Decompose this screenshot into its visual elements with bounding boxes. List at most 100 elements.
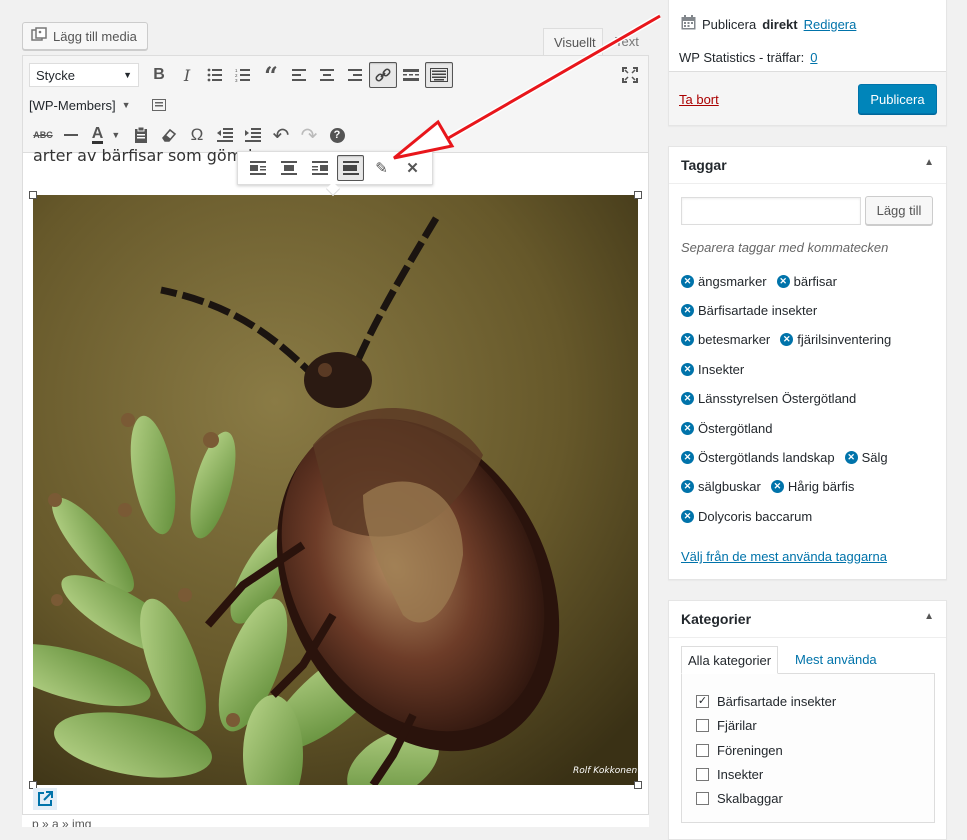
category-label: Skalbaggar xyxy=(717,791,783,806)
category-item[interactable]: ✓ Bärfisartade insekter xyxy=(696,694,836,709)
tab-most-used[interactable]: Mest använda xyxy=(789,646,883,674)
categories-box: Kategorier ▲ Alla kategorier Mest använd… xyxy=(668,600,947,840)
align-left-button[interactable] xyxy=(285,62,313,88)
resize-handle-top-right[interactable] xyxy=(634,191,642,199)
align-right-icon xyxy=(348,69,362,81)
annotation-arrow xyxy=(393,13,662,160)
tag-label: bärfisar xyxy=(793,274,837,289)
remove-tag-icon[interactable]: ✕ xyxy=(681,275,694,288)
category-checkbox[interactable] xyxy=(696,744,709,757)
remove-tag-icon[interactable]: ✕ xyxy=(770,480,784,493)
category-checkbox[interactable] xyxy=(696,792,709,805)
category-item[interactable]: Insekter xyxy=(696,767,763,782)
outdent-button[interactable] xyxy=(211,122,239,148)
remove-tag-icon[interactable]: ✕ xyxy=(681,422,694,435)
italic-button[interactable]: I xyxy=(173,62,201,88)
remove-tag-icon[interactable]: ✕ xyxy=(681,480,694,493)
shortcode-select[interactable]: [WP-Members] ▼ xyxy=(29,98,131,113)
category-tabs: Alla kategorier Mest använda xyxy=(681,646,935,674)
most-used-tags-link[interactable]: Välj från de mest använda taggarna xyxy=(681,549,887,564)
remove-tag-icon[interactable]: ✕ xyxy=(681,363,694,376)
redo-button[interactable]: ↷ xyxy=(295,122,323,148)
category-item[interactable]: Föreningen xyxy=(696,743,783,758)
clear-formatting-button[interactable] xyxy=(155,122,183,148)
tag-item: ✕ sälgbuskar xyxy=(681,479,761,494)
tag-input[interactable] xyxy=(681,197,861,225)
bullet-list-button[interactable] xyxy=(201,62,229,88)
tags-box-header[interactable]: Taggar ▲ xyxy=(669,147,946,184)
body-text: arter av bärfisar som gömd xyxy=(33,146,253,165)
remove-tag-icon[interactable]: ✕ xyxy=(844,451,858,464)
tag-label: Östergötlands landskap xyxy=(698,450,835,465)
remove-tag-icon[interactable]: ✕ xyxy=(776,275,790,288)
insect-image[interactable]: Rolf Kokkonen bakgrunder.com xyxy=(33,195,638,785)
category-label: Insekter xyxy=(717,767,764,782)
align-center-icon xyxy=(320,69,334,81)
remove-tag-icon[interactable]: ✕ xyxy=(780,333,794,346)
special-character-button[interactable]: Ω xyxy=(183,122,211,148)
remove-tag-icon[interactable]: ✕ xyxy=(681,333,694,346)
align-right-icon xyxy=(311,161,328,175)
remove-tag-icon[interactable]: ✕ xyxy=(681,304,694,317)
tag-label: Insekter xyxy=(698,362,745,377)
image-align-none-button[interactable] xyxy=(337,155,364,181)
trash-link[interactable]: Ta bort xyxy=(679,92,719,107)
image-link-button[interactable] xyxy=(33,788,57,810)
numbered-list-button[interactable]: 123 xyxy=(229,62,257,88)
categories-box-header[interactable]: Kategorier ▲ xyxy=(669,601,946,638)
tag-item: ✕ Sälg xyxy=(844,450,888,465)
remove-tag-icon[interactable]: ✕ xyxy=(681,510,694,523)
category-label: Bärfisartade insekter xyxy=(717,694,837,709)
tag-label: Sälg xyxy=(861,450,888,465)
align-right-button[interactable] xyxy=(341,62,369,88)
tag-label: Bärfisartade insekter xyxy=(698,303,818,318)
bold-button[interactable]: B xyxy=(145,62,173,88)
category-checkbox[interactable]: ✓ xyxy=(696,695,709,708)
resize-handle-bottom-right[interactable] xyxy=(634,781,642,789)
tab-all-categories[interactable]: Alla kategorier xyxy=(681,646,779,674)
align-left-icon xyxy=(249,161,266,175)
element-path: p » a » img xyxy=(22,814,649,827)
tag-label: Östergötland xyxy=(698,421,773,436)
indent-button[interactable] xyxy=(239,122,267,148)
align-center-button[interactable] xyxy=(313,62,341,88)
resize-handle-top-left[interactable] xyxy=(29,191,37,199)
stats-count-link[interactable]: 0 xyxy=(810,50,817,65)
tag-item: ✕ ängsmarker xyxy=(681,274,767,289)
category-checkbox[interactable] xyxy=(696,719,709,732)
help-button[interactable]: ? xyxy=(323,122,351,148)
tag-item: ✕ fjärilsinventering xyxy=(780,332,891,347)
publish-button[interactable]: Publicera xyxy=(858,84,937,114)
stats-label: WP Statistics - träffar: xyxy=(679,50,805,65)
add-tag-button[interactable]: Lägg till xyxy=(865,196,933,225)
horizontal-line-button[interactable] xyxy=(57,122,85,148)
remove-tag-icon[interactable]: ✕ xyxy=(681,392,694,405)
category-list: ✓ Bärfisartade insekter Fjärilar Förenin… xyxy=(681,673,935,823)
category-checkbox[interactable] xyxy=(696,768,709,781)
add-media-button[interactable]: Lägg till media xyxy=(22,22,148,50)
tag-label: Länsstyrelsen Östergötland xyxy=(698,391,857,406)
paste-text-button[interactable] xyxy=(127,122,155,148)
category-label: Fjärilar xyxy=(717,718,757,733)
align-left-icon xyxy=(292,69,306,81)
strikethrough-button[interactable]: ABC xyxy=(29,122,57,148)
blockquote-button[interactable]: “ xyxy=(257,61,285,90)
category-item[interactable]: Fjärilar xyxy=(696,718,757,733)
image-align-left-button[interactable] xyxy=(244,155,271,181)
undo-button[interactable]: ↶ xyxy=(267,122,295,148)
text-color-button[interactable]: A ▼ xyxy=(85,122,127,148)
shortcode-insert-button[interactable] xyxy=(145,92,173,118)
caret-up-icon[interactable]: ▲ xyxy=(924,157,934,173)
edit-schedule-link[interactable]: Redigera xyxy=(804,17,857,32)
remove-tag-icon[interactable]: ✕ xyxy=(681,451,694,464)
category-item[interactable]: Skalbaggar xyxy=(696,791,783,806)
shortcode-select-value: [WP-Members] xyxy=(29,97,116,113)
tag-label: Hårig bärfis xyxy=(787,479,855,494)
caret-up-icon[interactable]: ▲ xyxy=(924,611,934,627)
image-align-center-button[interactable] xyxy=(275,155,302,181)
tag-label: ängsmarker xyxy=(698,274,767,289)
image-align-right-button[interactable] xyxy=(306,155,333,181)
format-select[interactable]: Stycke ▼ xyxy=(29,63,139,87)
chevron-down-icon: ▼ xyxy=(111,130,121,140)
tag-label: fjärilsinventering xyxy=(797,332,892,347)
